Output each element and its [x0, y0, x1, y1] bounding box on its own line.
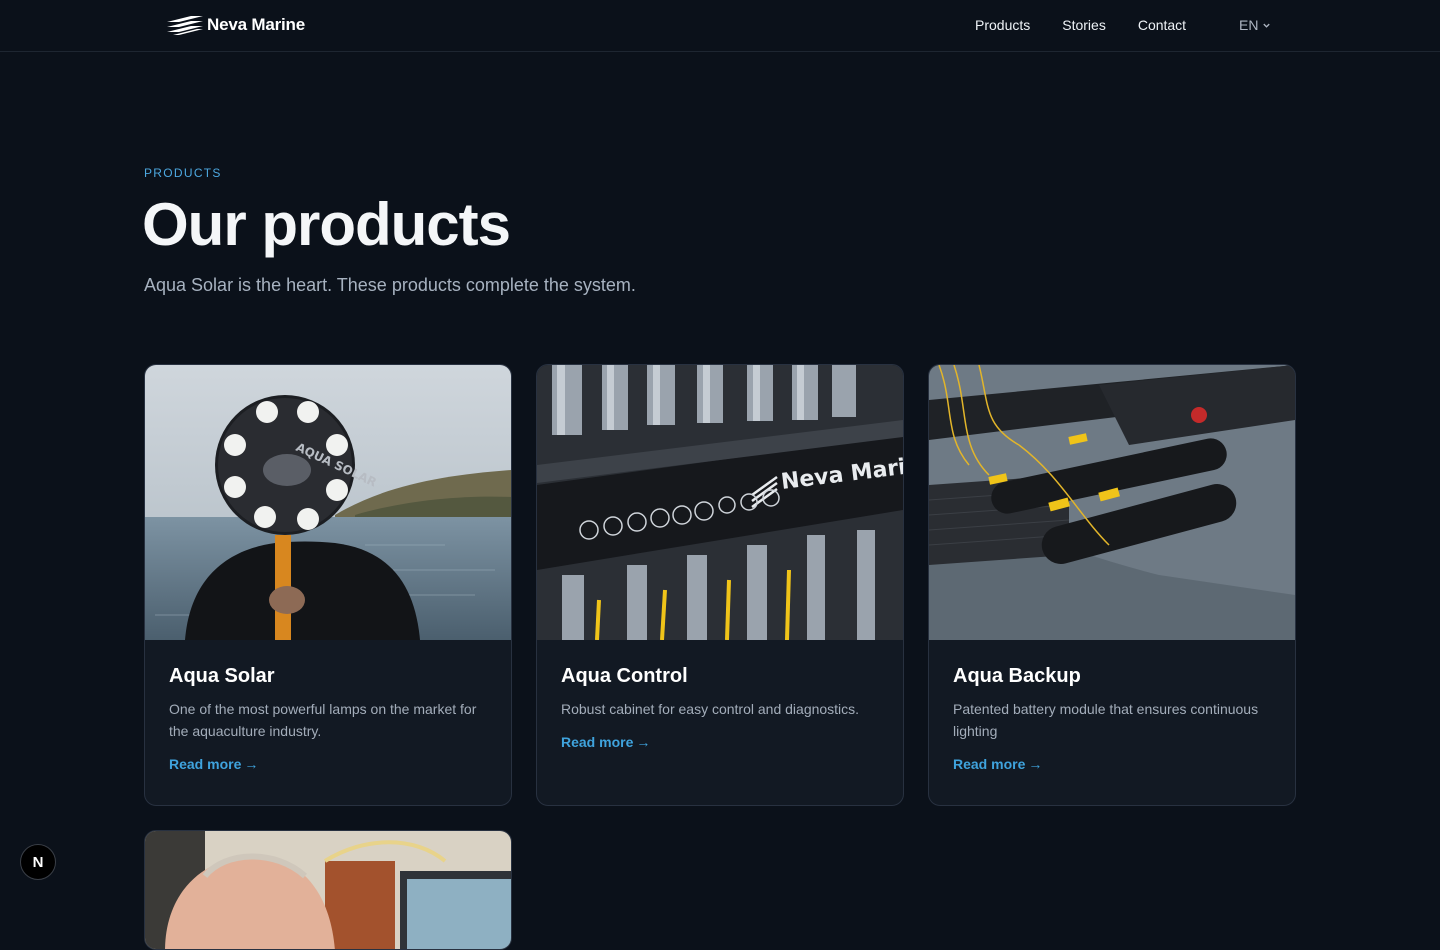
nav-contact[interactable]: Contact [1138, 17, 1186, 33]
product-image-partial [145, 831, 511, 949]
product-card-aqua-control[interactable]: Neva Marine Aqua Control Robust cabinet … [536, 364, 904, 806]
nav-products[interactable]: Products [975, 17, 1030, 33]
product-card-aqua-solar[interactable]: AQUA SOLAR Aqua Solar One of the most po… [144, 364, 512, 806]
arrow-right-icon: → [636, 734, 651, 750]
section-eyebrow: PRODUCTS [144, 166, 222, 180]
arrow-right-icon: → [1028, 756, 1043, 772]
language-label: EN [1239, 17, 1259, 33]
product-title: Aqua Solar [169, 665, 275, 687]
brand-name: Neva Marine [207, 15, 305, 34]
product-description: Robust cabinet for easy control and diag… [561, 701, 860, 717]
product-description: One of the most powerful lamps on the ma… [169, 701, 477, 739]
language-selector[interactable]: EN [1239, 17, 1271, 33]
nav-stories[interactable]: Stories [1062, 17, 1106, 33]
arrow-right-icon: → [244, 756, 259, 772]
chevron-down-icon [1263, 23, 1271, 28]
read-more-link[interactable]: Read more → [561, 734, 650, 750]
product-description: Patented battery module that ensures con… [953, 701, 1259, 739]
neva-marine-logo-icon [167, 16, 203, 35]
main-nav: Products Stories Contact [975, 17, 1218, 33]
product-image-aqua-backup [929, 365, 1295, 640]
product-image-aqua-solar: AQUA SOLAR [145, 365, 511, 640]
page-subtitle: Aqua Solar is the heart. These products … [144, 275, 636, 295]
product-card-partial[interactable] [144, 830, 512, 950]
nextjs-devtools-button[interactable]: N [20, 844, 56, 880]
brand-logo[interactable]: Neva Marine [167, 14, 305, 36]
read-more-link[interactable]: Read more → [953, 756, 1042, 772]
site-header: Neva Marine Products Stories Contact EN [0, 0, 1440, 52]
product-image-aqua-control: Neva Marine [537, 365, 903, 640]
read-more-link[interactable]: Read more → [169, 756, 258, 772]
product-title: Aqua Backup [953, 665, 1081, 687]
product-title: Aqua Control [561, 665, 688, 687]
page-title: Our products [142, 191, 511, 258]
product-card-aqua-backup[interactable]: Aqua Backup Patented battery module that… [928, 364, 1296, 806]
